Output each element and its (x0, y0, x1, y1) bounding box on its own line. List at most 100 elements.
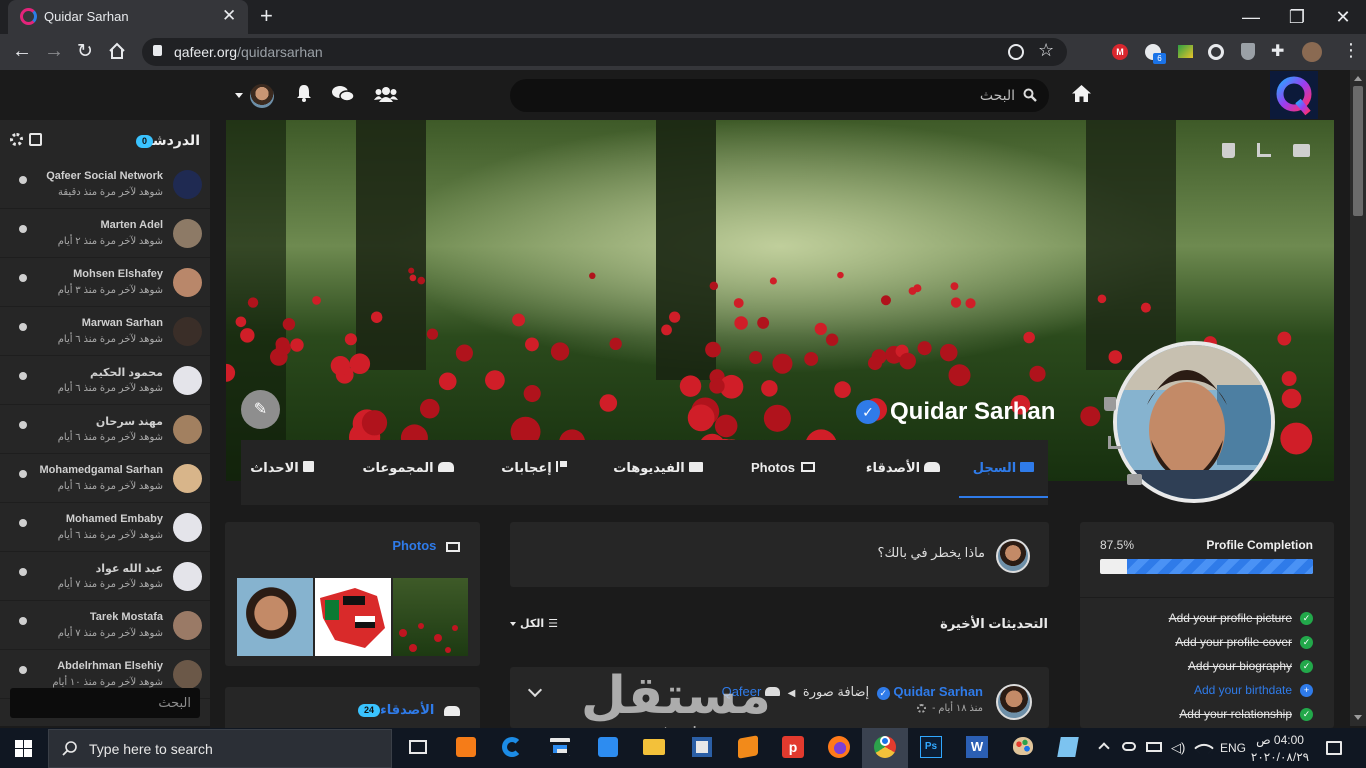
avatar-delete-icon[interactable] (1104, 397, 1116, 411)
store-icon[interactable] (546, 733, 574, 761)
cover-delete-icon[interactable] (1222, 143, 1235, 158)
messages-icon[interactable] (332, 85, 354, 103)
friends-card-icon (444, 705, 460, 716)
qafeer-logo[interactable] (1270, 71, 1318, 119)
scrollbar-down-icon[interactable] (1354, 715, 1362, 720)
photo-thumb-map[interactable] (315, 578, 391, 656)
tray-date[interactable]: ٢٠٢٠/٠٨/٢٩ (1250, 750, 1310, 764)
chat-search-input[interactable]: البحث (10, 688, 200, 718)
extension-speedtest-icon[interactable]: 6 (1145, 44, 1166, 64)
cover-edit-pencil-icon[interactable]: ✎ (241, 390, 280, 429)
chat-contact[interactable]: Mohamed Embaby شوهد لآخر مرة منذ ٦ أيام (0, 503, 210, 552)
scrollbar-up-icon[interactable] (1354, 76, 1362, 81)
chat-compose-icon[interactable] (29, 133, 42, 146)
bookmark-star-icon[interactable]: ☆ (1038, 40, 1054, 61)
chat-contact[interactable]: عبد الله عواد شوهد لآخر مرة منذ ٧ أيام (0, 552, 210, 601)
extension-mega-icon[interactable]: M (1112, 44, 1128, 60)
tray-link-icon[interactable] (1122, 742, 1136, 751)
photo-thumb-selfie[interactable] (237, 578, 313, 656)
sublime-text-icon[interactable] (734, 733, 762, 761)
home-icon[interactable] (1071, 84, 1092, 103)
extension-shield-icon[interactable] (1241, 43, 1255, 60)
extension-c-icon[interactable] (1208, 44, 1224, 60)
chat-contact[interactable]: محمود الحكيم شوهد لآخر مرة منذ ٦ أيام (0, 356, 210, 405)
page-scrollbar[interactable] (1350, 70, 1366, 726)
post-author-name[interactable]: Quidar Sarhan (893, 684, 983, 699)
windows-start-icon[interactable] (15, 740, 32, 757)
vscode-icon[interactable] (594, 733, 622, 761)
chat-contact[interactable]: مهند سرحان شوهد لآخر مرة منذ ٦ أيام (0, 405, 210, 454)
tray-language[interactable]: ENG (1220, 741, 1246, 755)
scrollbar-thumb[interactable] (1353, 86, 1363, 216)
tray-volume-icon[interactable]: ◁) (1171, 740, 1185, 756)
profile-completion-list: Add your profile picture ✓ Add your profil… (1080, 608, 1334, 728)
forward-icon[interactable]: → (44, 40, 64, 63)
post-composer[interactable]: ماذا يخطر في بالك؟ (510, 522, 1049, 587)
friends-requests-icon[interactable] (374, 86, 398, 102)
post-options-chevron-icon[interactable] (527, 682, 543, 698)
edge-icon[interactable] (498, 733, 526, 761)
home-browser-icon[interactable] (108, 42, 126, 60)
user-menu-caret-icon[interactable] (235, 93, 243, 98)
reload-icon[interactable]: ↻ (77, 40, 93, 63)
avatar-crop-icon[interactable] (1108, 436, 1121, 449)
tab-likes[interactable]: إعجابات (489, 440, 579, 505)
notepad-icon[interactable] (1055, 733, 1083, 761)
task-view-icon[interactable] (404, 733, 432, 761)
user-avatar[interactable] (250, 84, 274, 108)
photos-card-header[interactable]: Photos (392, 538, 460, 553)
tab-photos[interactable]: Photos (733, 440, 833, 505)
chat-settings-gear-icon[interactable] (10, 133, 23, 146)
back-icon[interactable]: ← (12, 40, 32, 63)
chat-contact[interactable]: Mohsen Elshafey شوهد لآخر مرة منذ ٣ أيام (0, 258, 210, 307)
header-search[interactable]: البحث (510, 79, 1049, 112)
browser-tab[interactable]: Quidar Sarhan ✕ (8, 0, 248, 34)
postman-icon[interactable]: p (779, 733, 807, 761)
tray-time[interactable]: 04:00 ص (1254, 733, 1306, 747)
tab-groups[interactable]: المجموعات (353, 440, 463, 505)
taskbar-search-box[interactable]: Type here to search (48, 729, 392, 768)
feed-filter-dropdown[interactable]: الكل ☰ (510, 617, 558, 630)
browser-menu-icon[interactable]: ⋮ (1342, 40, 1360, 61)
post-author-avatar[interactable] (996, 684, 1032, 720)
search-input[interactable]: البحث (980, 87, 1015, 104)
chat-contact[interactable]: Tarek Mostafa شوهد لآخر مرة منذ ٧ أيام (0, 601, 210, 650)
firefox-icon[interactable] (825, 733, 853, 761)
cover-camera-icon[interactable] (1293, 144, 1310, 157)
friends-card-header[interactable]: الأصدقاء (380, 702, 460, 718)
new-tab-icon[interactable]: + (260, 3, 273, 29)
tab-events[interactable]: الاحداث (241, 440, 323, 505)
photo-thumb-cover[interactable] (393, 578, 468, 656)
cover-crop-icon[interactable] (1257, 143, 1271, 157)
chat-contact[interactable]: Mohamedgamal Sarhan شوهد لآخر مرة منذ ٦ أ… (0, 454, 210, 503)
profile-completion-item[interactable]: Add your birthdate + (1080, 680, 1334, 704)
tab-videos[interactable]: الفيديوهات (603, 440, 713, 505)
xampp-icon[interactable] (452, 733, 480, 761)
chat-contact[interactable]: Qafeer Social Network شوهد لآخر مرة منذ د… (0, 160, 210, 209)
tray-battery-icon[interactable] (1146, 742, 1162, 752)
chrome-taskbar-active[interactable] (862, 728, 908, 768)
maximize-icon[interactable]: ❐ (1274, 0, 1320, 34)
tab-friends[interactable]: الأصدقاء (853, 440, 953, 505)
address-bar[interactable]: qafeer.org/quidarsarhan ☆ (142, 38, 1067, 66)
window-close-icon[interactable]: ✕ (1320, 0, 1366, 34)
post-group-name[interactable]: Qafeer (722, 684, 762, 699)
extensions-puzzle-icon[interactable]: ✚ (1271, 41, 1284, 61)
notifications-bell-icon[interactable] (296, 84, 312, 102)
tab-close-icon[interactable]: ✕ (222, 6, 236, 26)
chat-contact[interactable]: Marwan Sarhan شوهد لآخر مرة منذ ٦ أيام (0, 307, 210, 356)
word-icon[interactable]: W (963, 733, 991, 761)
browser-profile-avatar[interactable] (1302, 42, 1322, 62)
file-explorer-icon[interactable] (640, 733, 668, 761)
chat-contact[interactable]: Marten Adel شوهد لآخر مرة منذ ٢ أيام (0, 209, 210, 258)
tab-timeline[interactable]: السجل (959, 440, 1048, 498)
avatar-camera-icon[interactable] (1127, 474, 1142, 485)
minimize-icon[interactable]: — (1228, 0, 1274, 34)
paint-icon[interactable] (1009, 733, 1037, 761)
extension-gem-icon[interactable] (1178, 45, 1193, 58)
notifications-center-icon[interactable] (1326, 741, 1342, 755)
site-settings-icon[interactable] (1008, 44, 1024, 60)
photoshop-icon[interactable]: Ps (917, 733, 945, 761)
sublime-icon[interactable] (688, 733, 716, 761)
status-dot (19, 274, 27, 282)
